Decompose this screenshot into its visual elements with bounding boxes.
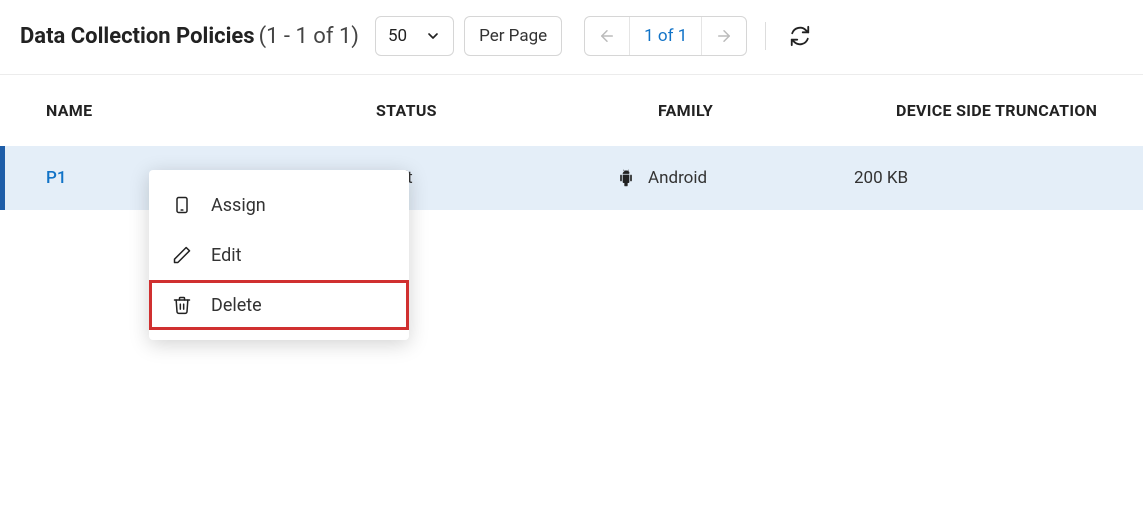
per-page-label: Per Page [464,16,562,56]
arrow-left-icon [598,27,616,45]
menu-item-assign[interactable]: Assign [149,180,409,230]
column-header-status[interactable]: STATUS [376,101,658,120]
table-header: NAME STATUS FAMILY DEVICE SIDE TRUNCATIO… [0,75,1143,146]
trash-icon [171,294,193,316]
menu-item-label: Edit [211,245,241,266]
divider [765,22,766,50]
pencil-icon [171,244,193,266]
device-icon [171,194,193,216]
family-text: Android [648,168,707,188]
toolbar: Data Collection Policies (1 - 1 of 1) 50… [0,0,1143,75]
column-header-truncation[interactable]: DEVICE SIDE TRUNCATION [896,101,1143,120]
cell-truncation: 200 KB [854,168,1143,188]
arrow-right-icon [715,27,733,45]
refresh-icon [789,25,811,47]
menu-item-delete[interactable]: Delete [149,280,409,330]
page-title: Data Collection Policies (1 - 1 of 1) [20,24,359,49]
cell-family: Android [616,168,854,188]
pagination-controls: 50 Per Page [375,16,562,56]
column-header-family[interactable]: FAMILY [658,101,896,120]
refresh-button[interactable] [784,20,816,52]
android-icon [616,168,636,188]
column-header-name[interactable]: NAME [46,101,376,120]
menu-item-label: Delete [211,295,262,316]
chevron-down-icon [425,28,441,44]
pager-next-button[interactable] [702,17,746,55]
page-size-select[interactable]: 50 [375,16,454,56]
context-menu: Assign Edit Delete [149,170,409,340]
page-size-value: 50 [388,26,407,46]
pager-prev-button[interactable] [585,17,629,55]
menu-item-label: Assign [211,195,266,216]
page-title-text: Data Collection Policies [20,24,255,49]
pager: 1 of 1 [584,16,747,56]
menu-item-edit[interactable]: Edit [149,230,409,280]
pager-label: 1 of 1 [629,17,702,55]
page-title-count: (1 - 1 of 1) [259,24,359,49]
